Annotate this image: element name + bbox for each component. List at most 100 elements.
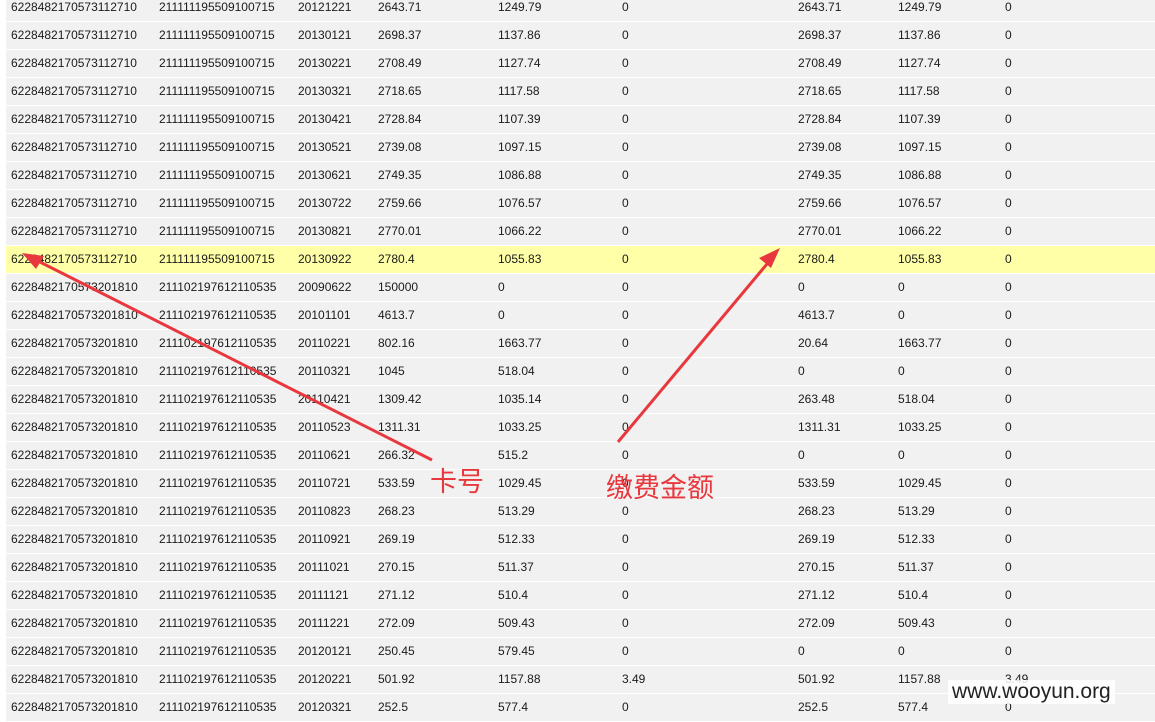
table-cell: 2759.66 bbox=[798, 196, 842, 210]
table-cell: 0 bbox=[798, 364, 805, 378]
table-cell: 1076.57 bbox=[498, 196, 542, 210]
table-cell: 6228482170573112710 bbox=[11, 112, 137, 126]
table-cell: 0 bbox=[622, 420, 629, 434]
table-row[interactable]: 6228482170573112710 211111195509100715 201… bbox=[6, 0, 1155, 22]
table-cell: 6228482170573112710 bbox=[11, 84, 137, 98]
table-cell: 211102197612110535 bbox=[159, 644, 277, 658]
table-cell: 0 bbox=[1005, 252, 1012, 266]
table-row[interactable]: 6228482170573112710 211111195509100715 201… bbox=[6, 190, 1155, 218]
table-cell: 2718.65 bbox=[798, 84, 842, 98]
table-cell: 20101101 bbox=[298, 308, 351, 322]
table-cell: 20.64 bbox=[798, 336, 829, 350]
table-cell: 1157.88 bbox=[498, 672, 541, 686]
table-cell: 2718.65 bbox=[378, 84, 422, 98]
card-number-annotation: 卡号 bbox=[430, 467, 484, 498]
table-cell: 271.12 bbox=[798, 588, 835, 602]
table-cell: 252.5 bbox=[798, 700, 829, 714]
table-cell: 211102197612110535 bbox=[159, 364, 277, 378]
table-cell: 150000 bbox=[378, 280, 419, 294]
table-row[interactable]: 6228482170573201810 211102197612110535 201… bbox=[6, 358, 1155, 386]
table-row[interactable]: 6228482170573201810 211102197612110535 201… bbox=[6, 302, 1155, 330]
table-cell: 4613.7 bbox=[378, 308, 415, 322]
table-cell: 0 bbox=[898, 644, 905, 658]
table-cell: 2780.4 bbox=[798, 252, 835, 266]
table-cell: 20121221 bbox=[298, 0, 352, 14]
table-cell: 1117.58 bbox=[898, 84, 940, 98]
table-cell: 0 bbox=[898, 280, 905, 294]
table-cell: 6228482170573201810 bbox=[11, 504, 138, 518]
table-cell: 6228482170573201810 bbox=[11, 616, 138, 630]
table-cell: 20120121 bbox=[298, 644, 352, 658]
fee-amount-annotation: 缴费金额 bbox=[606, 473, 714, 504]
table-row[interactable]: 6228482170573201810 211102197612110535 201… bbox=[6, 442, 1155, 470]
table-cell: 0 bbox=[798, 448, 805, 462]
table-cell: 2643.71 bbox=[798, 0, 842, 14]
table-cell: 509.43 bbox=[898, 616, 935, 630]
table-cell: 0 bbox=[622, 532, 629, 546]
table-cell: 0 bbox=[622, 112, 629, 126]
table-row[interactable]: 6228482170573112710 211111195509100715 201… bbox=[6, 218, 1155, 246]
table-cell: 0 bbox=[1005, 336, 1012, 350]
table-cell: 1066.22 bbox=[498, 224, 542, 238]
table-row[interactable]: 6228482170573201810 211102197612110535 201… bbox=[6, 582, 1155, 610]
table-cell: 513.29 bbox=[498, 504, 535, 518]
table-cell: 270.15 bbox=[378, 560, 415, 574]
table-cell: 252.5 bbox=[378, 700, 409, 714]
table-cell: 1033.25 bbox=[898, 420, 942, 434]
table-row[interactable]: 6228482170573112710 211111195509100715 201… bbox=[6, 162, 1155, 190]
table-cell: 20110221 bbox=[298, 336, 351, 350]
table-row[interactable]: 6228482170573112710 211111195509100715 201… bbox=[6, 134, 1155, 162]
table-row[interactable]: 6228482170573112710 211111195509100715 201… bbox=[6, 22, 1155, 50]
table-cell: 211102197612110535 bbox=[159, 476, 277, 490]
table-cell: 1107.39 bbox=[898, 112, 941, 126]
table-cell: 533.59 bbox=[798, 476, 835, 490]
table-cell: 20130221 bbox=[298, 56, 352, 70]
table-cell: 20130321 bbox=[298, 84, 352, 98]
table-cell: 20120321 bbox=[298, 700, 352, 714]
table-cell: 2739.08 bbox=[798, 140, 842, 154]
table-cell: 513.29 bbox=[898, 504, 935, 518]
table-cell: 20130922 bbox=[298, 252, 352, 266]
table-row[interactable]: 6228482170573201810 211102197612110535 201… bbox=[6, 638, 1155, 666]
table-cell: 211111195509100715 bbox=[159, 224, 275, 238]
table-row[interactable]: 6228482170573201810 211102197612110535 201… bbox=[6, 414, 1155, 442]
table-row[interactable]: 6228482170573112710 211111195509100715 201… bbox=[6, 78, 1155, 106]
table-row[interactable]: 6228482170573201810 211102197612110535 201… bbox=[6, 470, 1155, 498]
table-cell: 270.15 bbox=[798, 560, 835, 574]
table-cell: 0 bbox=[622, 308, 629, 322]
table-row[interactable]: 6228482170573201810 211102197612110535 201… bbox=[6, 330, 1155, 358]
table-cell: 1086.88 bbox=[898, 168, 942, 182]
table-cell: 211111195509100715 bbox=[159, 252, 275, 266]
table-cell: 0 bbox=[1005, 0, 1012, 14]
table-cell: 0 bbox=[1005, 532, 1012, 546]
table-cell: 1311.31 bbox=[378, 420, 421, 434]
table-cell: 0 bbox=[1005, 364, 1012, 378]
table-cell: 0 bbox=[1005, 56, 1012, 70]
table-row[interactable]: 6228482170573201810 211102197612110535 201… bbox=[6, 610, 1155, 638]
table-cell: 579.45 bbox=[498, 644, 535, 658]
table-cell: 269.19 bbox=[378, 532, 415, 546]
table-row[interactable]: 6228482170573112710 211111195509100715 201… bbox=[6, 106, 1155, 134]
table-row[interactable]: 6228482170573112710 211111195509100715 201… bbox=[6, 50, 1155, 78]
table-row[interactable]: 6228482170573201810 211102197612110535 201… bbox=[6, 386, 1155, 414]
table-row[interactable]: 6228482170573201810 211102197612110535 201… bbox=[6, 498, 1155, 526]
table-cell: 6228482170573201810 bbox=[11, 532, 138, 546]
table-cell: 0 bbox=[1005, 140, 1012, 154]
table-cell: 6228482170573201810 bbox=[11, 700, 138, 714]
table-row[interactable]: 6228482170573201810 211102197612110535 201… bbox=[6, 526, 1155, 554]
table-cell: 0 bbox=[798, 280, 805, 294]
table-cell: 211111195509100715 bbox=[159, 56, 275, 70]
table-cell: 0 bbox=[622, 196, 629, 210]
table-row-highlighted[interactable]: 6228482170573112710 211111195509100715 201… bbox=[6, 246, 1155, 274]
table-cell: 0 bbox=[622, 252, 629, 266]
table-cell: 211102197612110535 bbox=[159, 532, 277, 546]
table-cell: 2780.4 bbox=[378, 252, 415, 266]
table-row[interactable]: 6228482170573201810 211102197612110535 200… bbox=[6, 274, 1155, 302]
table-cell: 0 bbox=[1005, 420, 1012, 434]
table-cell: 1055.83 bbox=[498, 252, 542, 266]
table-cell: 1076.57 bbox=[898, 196, 942, 210]
table-row[interactable]: 6228482170573201810 211102197612110535 201… bbox=[6, 554, 1155, 582]
table-cell: 211111195509100715 bbox=[159, 196, 275, 210]
table-cell: 4613.7 bbox=[798, 308, 835, 322]
table-cell: 6228482170573201810 bbox=[11, 308, 138, 322]
